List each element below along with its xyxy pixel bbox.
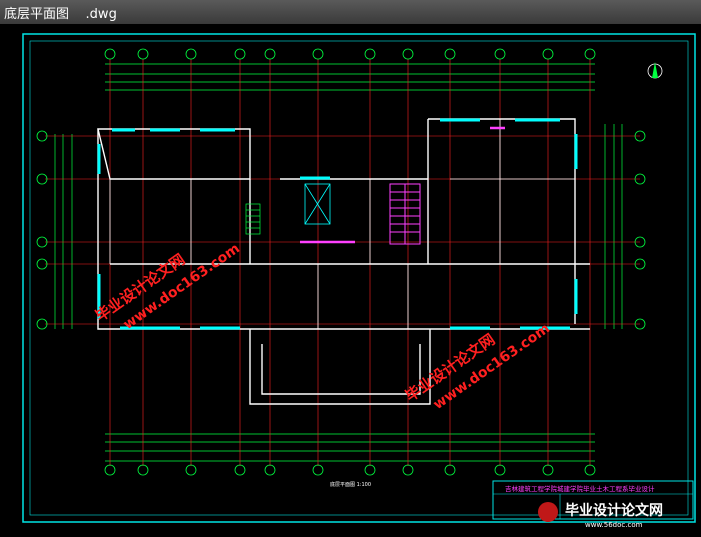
corner-logo-url: www.56doc.com [585, 521, 643, 529]
watermark-right: 毕业设计论文网 www.doc163.com [402, 321, 553, 413]
title-block-project: 吉林建筑工程学院城建学院毕业土木工程系毕业设计 [505, 484, 655, 493]
cad-canvas[interactable]: 底层平面图 1:100 吉林建筑工程学院城建学院毕业土木工程系毕业设计 毕业设计… [0, 24, 701, 533]
window-title: 底层平面图 .dwg [4, 7, 117, 22]
top-axis-bubbles [104, 48, 596, 60]
left-stair [245, 203, 261, 235]
drawing-caption: 底层平面图 1:100 [330, 481, 371, 488]
drawing-inner-frame [29, 40, 689, 516]
top-dimension-lines [105, 63, 595, 91]
bottom-axis-bubbles [104, 464, 596, 476]
corner-logo-text: 毕业设计论文网 [565, 502, 663, 519]
window-titlebar: 底层平面图 .dwg [0, 0, 701, 25]
drawing-frame [22, 33, 696, 523]
drawing-svg[interactable]: 底层平面图 1:100 吉林建筑工程学院城建学院毕业土木工程系毕业设计 毕业设计… [0, 24, 701, 533]
corner-logo: 毕业设计论文网 www.56doc.com [538, 502, 663, 529]
elevator [304, 183, 331, 225]
north-arrow-icon [647, 62, 663, 79]
logo-emblem-icon [538, 502, 558, 522]
bottom-dimension-lines [105, 433, 595, 462]
stairs [300, 126, 505, 245]
watermark-left: 毕业设计论文网 www.doc163.com [92, 241, 243, 333]
